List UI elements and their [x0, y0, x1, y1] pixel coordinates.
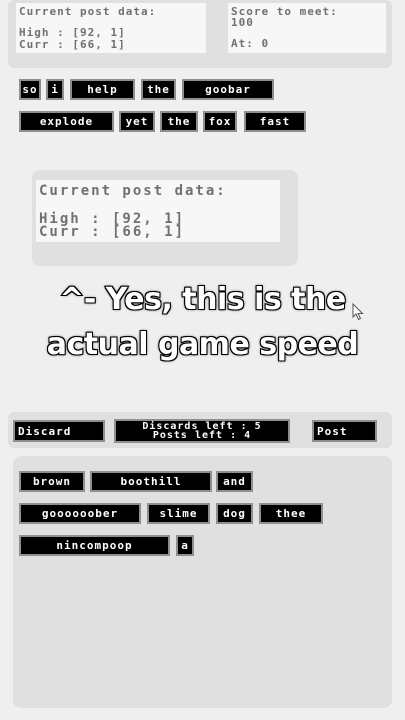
score-value: 100 — [231, 16, 254, 29]
caption-line-2: actual game speed — [46, 326, 360, 363]
hand-word-tile-0[interactable]: nincompoop — [19, 535, 170, 556]
post-data-heading: Current post data: — [19, 5, 157, 18]
hand-panel — [13, 456, 392, 708]
posted-word-tile-3: fox — [203, 111, 237, 132]
posted-word-tile-2: the — [160, 111, 198, 132]
post-data-box: Current post data: High : [92, 1] Curr :… — [16, 3, 206, 53]
caption-line-1: ^- Yes, this is the — [58, 281, 347, 318]
post-button[interactable]: Post — [312, 420, 377, 442]
hand-word-tile-0[interactable]: goooooober — [19, 503, 141, 524]
hand-word-tile-0[interactable]: brown — [19, 471, 85, 492]
hand-word-tile-2[interactable]: dog — [216, 503, 253, 524]
hand-word-tile-3[interactable]: thee — [259, 503, 323, 524]
posted-word-tile-4: fast — [244, 111, 306, 132]
posted-word-tile-3: the — [141, 79, 176, 100]
post-button-label: Post — [317, 424, 348, 438]
score-at: At: 0 — [231, 37, 270, 50]
hand-word-tile-1[interactable]: a — [176, 535, 194, 556]
posted-word-tile-2: help — [70, 79, 135, 100]
posted-word-tile-4: goobar — [182, 79, 274, 100]
mid-post-data-box: Current post data: High : [92, 1] Curr :… — [36, 180, 280, 242]
hand-word-tile-2[interactable]: and — [216, 471, 253, 492]
hand-word-tile-1[interactable]: slime — [147, 503, 210, 524]
mid-post-data-curr: Curr : [66, 1] — [39, 224, 186, 240]
mouse-cursor-icon — [352, 303, 364, 321]
post-data-curr: Curr : [66, 1] — [19, 38, 126, 51]
posts-left-text: Posts left : 4 — [152, 430, 252, 441]
counts-display: Discards left : 5 Posts left : 4 — [114, 419, 290, 443]
hand-word-tile-1[interactable]: boothill — [90, 471, 212, 492]
mid-post-data-heading: Current post data: — [39, 183, 227, 199]
posted-word-tile-0: explode — [19, 111, 114, 132]
discard-button[interactable]: Discard — [13, 420, 105, 442]
discard-button-label: Discard — [18, 424, 72, 438]
post-data-high: High : [92, 1] — [19, 26, 126, 39]
posted-word-tile-1: i — [46, 79, 64, 100]
posted-word-tile-0: so — [19, 79, 41, 100]
posted-word-tile-1: yet — [119, 111, 155, 132]
score-box: Score to meet: 100 At: 0 — [228, 3, 386, 53]
